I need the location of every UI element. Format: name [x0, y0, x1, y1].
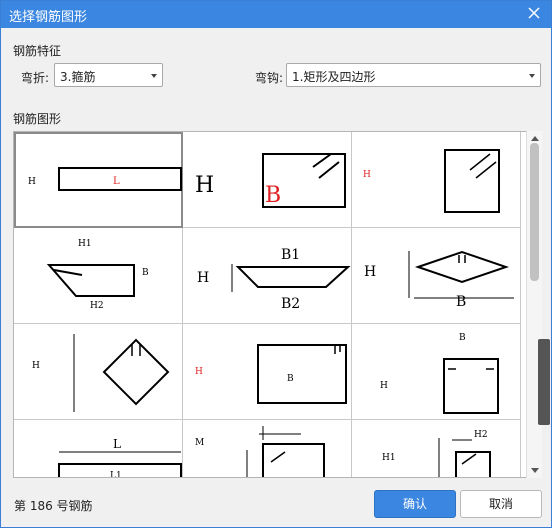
- scroll-thumb[interactable]: [530, 143, 539, 281]
- shape-grid-scrollbar[interactable]: [526, 131, 542, 478]
- label-h: H: [195, 367, 203, 377]
- shape-drawing: B H: [380, 333, 499, 414]
- label-l: L: [113, 176, 120, 187]
- shape-drawing: L L1: [58, 437, 182, 478]
- hook-label: 弯钩:: [255, 71, 284, 85]
- label-b: B: [265, 183, 281, 208]
- shape-drawing: H2 H1: [382, 430, 491, 477]
- label-h: H: [363, 170, 371, 180]
- shape-cell-11[interactable]: M H: [183, 420, 352, 477]
- shape-drawing: H B: [195, 153, 346, 208]
- label-h: H: [197, 270, 209, 286]
- label-b1: B1: [281, 247, 300, 263]
- title-bar: 选择钢筋图形: [1, 1, 551, 28]
- shape-cell-5[interactable]: B1 H B2: [183, 228, 352, 324]
- label-h: H: [28, 177, 36, 187]
- label-h: H: [32, 361, 40, 371]
- dialog-window: 选择钢筋图形 钢筋特征 弯折: 3.箍筋 弯钩: 1.矩形及四边形 钢筋图形 H…: [0, 0, 552, 528]
- label-b: B: [142, 268, 149, 278]
- shape-drawing: H: [363, 149, 500, 213]
- shape-cell-12[interactable]: H2 H1: [352, 420, 521, 477]
- label-h1: H1: [78, 239, 92, 249]
- hook-select[interactable]: 1.矩形及四边形: [286, 63, 541, 87]
- label-h2: H2: [90, 301, 104, 311]
- shape-drawing: M H: [195, 426, 325, 477]
- chevron-down-icon: [151, 74, 157, 78]
- label-b: B: [456, 294, 466, 310]
- shape-cell-4[interactable]: H1 B H2: [14, 228, 183, 324]
- features-section-label: 钢筋特征: [13, 44, 62, 58]
- close-icon[interactable]: [525, 4, 543, 22]
- shape-drawing: H1 B H2: [46, 239, 149, 311]
- label-h: H: [364, 264, 376, 280]
- hook-select-value: 1.矩形及四边形: [292, 70, 376, 84]
- shape-cell-9[interactable]: B H: [352, 324, 521, 420]
- label-h2: H2: [474, 430, 488, 440]
- label-h: H: [380, 381, 388, 391]
- status-text: 第 186 号钢筋: [14, 499, 93, 513]
- cancel-button[interactable]: 取消: [460, 490, 542, 518]
- shape-cell-8[interactable]: H B: [183, 324, 352, 420]
- label-b: B: [287, 374, 294, 384]
- shape-cell-3[interactable]: H: [352, 132, 521, 228]
- bend-select-value: 3.箍筋: [60, 70, 96, 84]
- shape-cell-2[interactable]: H B: [183, 132, 352, 228]
- shape-cell-7[interactable]: H: [14, 324, 183, 420]
- label-l1: L1: [110, 471, 122, 478]
- shape-cell-1[interactable]: H L: [14, 132, 183, 228]
- shape-drawing: B1 H B2: [197, 247, 351, 312]
- ok-button[interactable]: 确认: [374, 490, 456, 518]
- shape-drawing: H L: [28, 167, 182, 191]
- label-l: L: [113, 437, 121, 451]
- scroll-down-icon[interactable]: [531, 468, 539, 473]
- shapes-section-label: 钢筋图形: [13, 112, 62, 126]
- scroll-up-icon[interactable]: [531, 136, 539, 141]
- label-h1: H1: [382, 453, 396, 463]
- label-b2: B2: [281, 296, 300, 312]
- window-title: 选择钢筋图形: [9, 10, 88, 25]
- label-m: M: [195, 438, 204, 448]
- shape-cell-10[interactable]: L L1: [14, 420, 183, 478]
- shape-grid: H L H B H H1 B H2 B1 H B2 H B H H B B H …: [13, 131, 542, 478]
- outer-scroll-thumb[interactable]: [538, 339, 550, 425]
- chevron-down-icon: [529, 74, 535, 78]
- bend-label: 弯折:: [21, 71, 50, 85]
- bend-select[interactable]: 3.箍筋: [54, 63, 163, 87]
- label-h: H: [195, 173, 214, 198]
- shape-drawing: H B: [364, 250, 514, 310]
- shape-cell-6[interactable]: H B: [352, 228, 521, 324]
- label-b: B: [459, 333, 466, 343]
- shape-drawing: H B: [195, 344, 347, 404]
- shape-drawing: H: [32, 334, 170, 412]
